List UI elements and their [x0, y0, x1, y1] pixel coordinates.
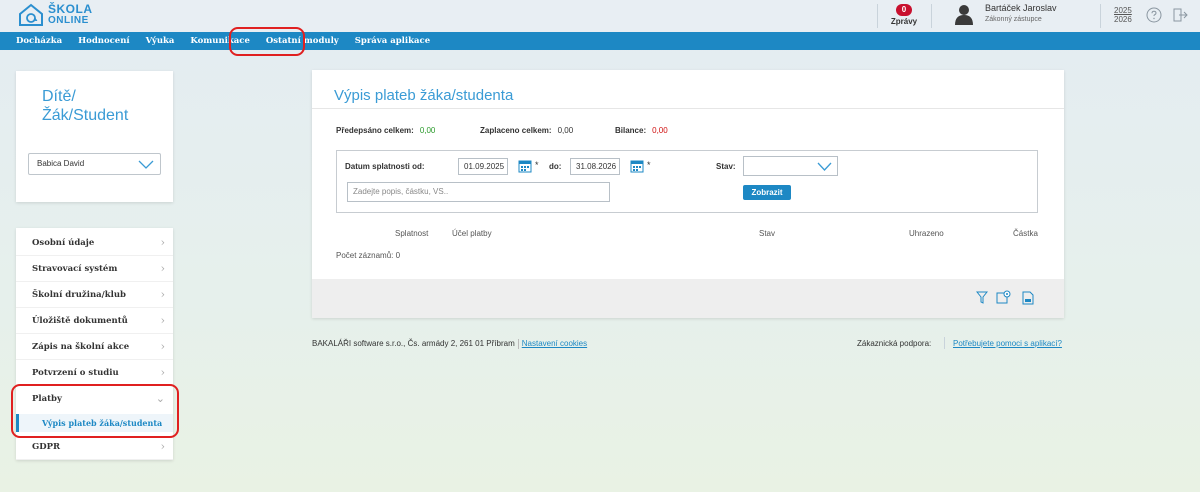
chevron-right-icon: › [160, 262, 165, 275]
title-divider [312, 108, 1064, 109]
school-year-switch[interactable]: 2025 2026 [1114, 6, 1132, 24]
column-header-castka[interactable]: Částka [1013, 229, 1038, 238]
summary-paid-label: Zaplaceno celkem: [480, 126, 552, 135]
header-divider [877, 4, 878, 28]
payments-panel: Výpis plateb žáka/studenta Předepsáno ce… [312, 70, 1064, 318]
sidebar-item-label: Stravovací systém [32, 264, 118, 274]
logo-line2: ONLINE [48, 15, 89, 26]
summary-paid-value: 0,00 [557, 126, 574, 135]
nav-item-sprava-aplikace[interactable]: Správa aplikace [355, 36, 430, 46]
cookies-settings-link[interactable]: Nastavení cookies [522, 339, 587, 348]
house-at-icon [19, 3, 43, 26]
status-select[interactable] [743, 156, 838, 176]
nav-item-hodnoceni[interactable]: Hodnocení [78, 36, 130, 46]
help-icon[interactable] [1146, 7, 1162, 23]
filter-icon[interactable] [976, 291, 988, 304]
column-header-splatnost[interactable]: Splatnost [395, 229, 428, 238]
child-panel-title: Dítě/ Žák/Student [42, 87, 128, 125]
column-header-ucel-platby[interactable]: Účel platby [452, 229, 492, 238]
sidebar-item-zapis-na-akce[interactable]: Zápis na školní akce › [16, 334, 173, 360]
chevron-down-icon [138, 160, 154, 169]
sidebar-item-label: Školní družina/klub [32, 290, 126, 300]
required-mark: * [535, 160, 539, 170]
school-year-start: 2025 [1114, 6, 1132, 15]
child-title-line1: Dítě/ [42, 88, 76, 105]
sidebar-item-stravovaci-system[interactable]: Stravovací systém › [16, 256, 173, 282]
required-mark: * [647, 160, 651, 170]
chevron-right-icon: › [160, 314, 165, 327]
summary-paid: Zaplaceno celkem: 0,00 [480, 126, 573, 135]
nav-item-vyuka[interactable]: Výuka [146, 36, 175, 46]
show-button[interactable]: Zobrazit [743, 185, 791, 200]
child-panel: Dítě/ Žák/Student Babica David [16, 71, 173, 202]
footer-divider [517, 339, 519, 349]
calendar-icon[interactable] [518, 159, 532, 173]
date-to-input[interactable]: 31.08.2026 [570, 158, 620, 175]
summary-balance-label: Bilance: [615, 126, 647, 135]
sidebar-item-osobni-udaje[interactable]: Osobní údaje › [16, 230, 173, 256]
child-select-value: Babica David [37, 159, 85, 168]
page-footer-support-link: Potřebujete pomoci s aplikací? [953, 339, 1062, 348]
footer-company-text: BAKALÁŘI software s.r.o., Čs. armády 2, … [312, 339, 515, 349]
summary-prescribed-label: Předepsáno celkem: [336, 126, 414, 135]
highlight-ring-sidebar [11, 384, 179, 438]
user-role: Zákonný zástupce [985, 16, 1042, 23]
logo[interactable]: ŠKOLA ONLINE [18, 3, 93, 27]
messages-count-badge: 0 [896, 4, 912, 16]
logout-icon[interactable] [1172, 7, 1188, 23]
sidebar-item-label: Osobní údaje [32, 238, 95, 248]
filter-box: Datum splatnosti od: 01.09.2025 * do: 31… [336, 150, 1038, 213]
column-settings-icon[interactable] [996, 289, 1012, 304]
page-footer-support: Zákaznická podpora: [857, 339, 931, 348]
summary-prescribed: Předepsáno celkem: 0,00 [336, 126, 435, 135]
status-label: Stav: [716, 162, 736, 171]
chevron-right-icon: › [160, 288, 165, 301]
summary-balance-value: 0,00 [652, 126, 668, 135]
logo-line1: ŠKOLA [48, 2, 93, 16]
column-header-uhrazeno[interactable]: Uhrazeno [909, 229, 944, 238]
search-input[interactable]: Zadejte popis, částku, VS.. [347, 182, 610, 202]
user-name: Bartáček Jaroslav [985, 3, 1057, 13]
date-from-input[interactable]: 01.09.2025 [458, 158, 508, 175]
chevron-down-icon [817, 162, 832, 171]
date-from-label: Datum splatnosti od: [345, 162, 425, 171]
chevron-right-icon: › [160, 366, 165, 379]
sidebar-item-label: Zápis na školní akce [32, 342, 130, 352]
nav-item-dochazka[interactable]: Docházka [16, 36, 62, 46]
school-year-end: 2026 [1114, 15, 1132, 24]
user-avatar-icon [955, 5, 973, 25]
top-header: ŠKOLA ONLINE 0 Zprávy Bartáček Jaroslav … [0, 0, 1200, 32]
record-count: Počet záznamů: 0 [336, 251, 401, 260]
summary-balance: Bilance: 0,00 [615, 126, 668, 135]
sidebar-item-label: GDPR [32, 442, 61, 452]
sidebar-item-label: Potvrzení o studiu [32, 368, 119, 378]
user-menu[interactable]: Bartáček Jaroslav Zákonný zástupce [955, 3, 1057, 25]
sidebar-item-uloziste-dokumentu[interactable]: Úložiště dokumentů › [16, 308, 173, 334]
messages-label: Zprávy [890, 17, 918, 26]
column-header-stav[interactable]: Stav [759, 229, 775, 238]
header-divider [931, 4, 932, 28]
header-divider [1100, 4, 1101, 28]
sidebar-item-skolni-druzina[interactable]: Školní družina/klub › [16, 282, 173, 308]
table-toolbar [312, 279, 1064, 318]
page-footer-company: BAKALÁŘI software s.r.o., Čs. armády 2, … [312, 339, 587, 349]
sidebar-item-label: Úložiště dokumentů [32, 316, 128, 326]
sidebar-item-potvrzeni-o-studiu[interactable]: Potvrzení o studiu › [16, 360, 173, 386]
child-title-line2: Žák/Student [42, 107, 129, 124]
child-select[interactable]: Babica David [28, 153, 161, 175]
chevron-right-icon: › [160, 236, 165, 249]
messages-button[interactable]: 0 Zprávy [884, 3, 924, 26]
page-title: Výpis plateb žáka/studenta [334, 87, 514, 104]
calendar-icon[interactable] [630, 159, 644, 173]
highlight-ring-nav [229, 27, 305, 56]
footer-divider [944, 337, 945, 349]
date-to-label: do: [549, 162, 562, 171]
support-label: Zákaznická podpora: [857, 339, 932, 348]
summary-prescribed-value: 0,00 [419, 126, 436, 135]
export-xls-icon[interactable] [1022, 291, 1034, 305]
chevron-right-icon: › [160, 340, 165, 353]
support-link[interactable]: Potřebujete pomoci s aplikací? [953, 339, 1062, 348]
main-nav: Docházka Hodnocení Výuka Komunikace Osta… [0, 32, 1200, 50]
